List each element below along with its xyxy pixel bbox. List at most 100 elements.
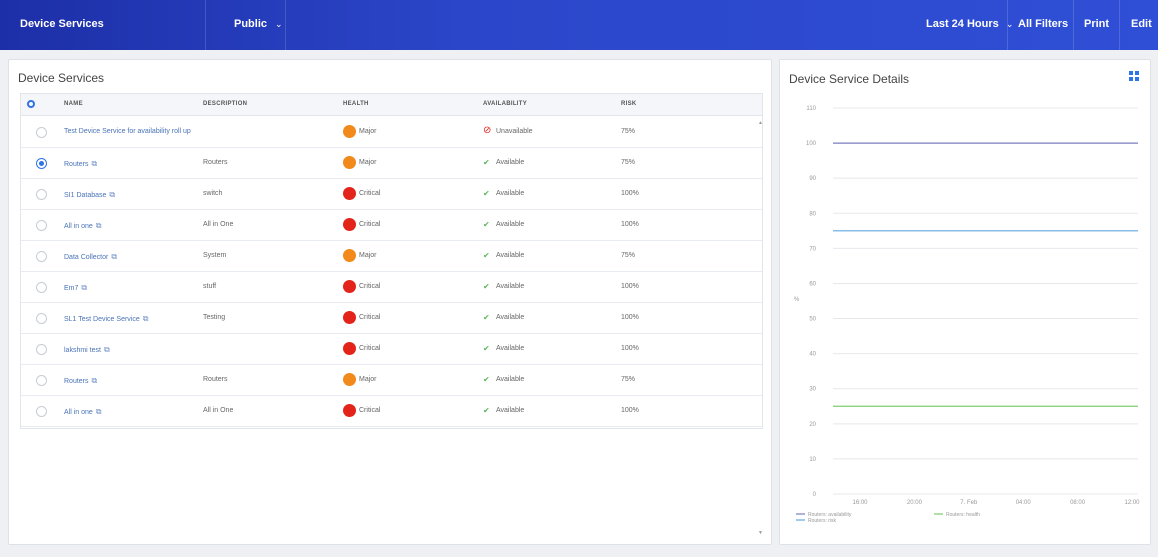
health-status-icon (343, 404, 356, 417)
table-row[interactable]: lakshmi test ⧉ Critical ✔ Available 100% (21, 334, 762, 365)
print-button[interactable]: Print (1084, 18, 1109, 30)
health-label: Major (359, 159, 377, 166)
row-select-radio[interactable] (36, 127, 47, 138)
legend-label: Routers: health (946, 512, 980, 518)
service-name: Routers (64, 378, 89, 385)
table-row[interactable]: All in one ⧉ All in One Critical ✔ Available 1… (21, 210, 762, 241)
external-link-icon[interactable]: ⧉ (92, 376, 98, 385)
availability-label: Available (496, 376, 525, 383)
table-row[interactable]: SL1 Test Device Service ⧉ Testing Critical ✔… (21, 303, 762, 334)
health-status-icon (343, 280, 356, 293)
external-link-icon[interactable]: ⧉ (92, 159, 98, 168)
check-icon: ✔ (483, 282, 490, 291)
edit-button[interactable]: Edit (1131, 18, 1152, 30)
row-select-radio[interactable] (36, 189, 47, 200)
divider (1073, 0, 1074, 50)
select-all-radio[interactable] (27, 100, 35, 108)
availability-label: Available (496, 283, 525, 290)
row-select-radio[interactable] (36, 282, 47, 293)
health-label: Critical (359, 221, 381, 228)
risk-value: 75% (621, 252, 636, 259)
availability-label: Available (496, 252, 525, 259)
health-status-icon (343, 311, 356, 324)
external-link-icon[interactable]: ⧉ (143, 314, 149, 323)
y-tick-label: 10 (809, 457, 816, 463)
service-name: Test Device Service for availability rol… (64, 128, 191, 135)
table-row[interactable]: Test Device Service for availability rol… (21, 117, 762, 148)
table-row[interactable]: Data Collector ⧉ System Major ✔ Available 75% (21, 241, 762, 272)
external-link-icon[interactable]: ⧉ (96, 407, 102, 416)
column-header-risk[interactable]: RISK (621, 101, 637, 107)
table-row[interactable]: SI1 Database ⧉ switch Critical ✔ Available 100… (21, 179, 762, 210)
service-name: lakshmi test (64, 347, 101, 354)
external-link-icon[interactable]: ⧉ (96, 221, 102, 230)
time-range-label: Last 24 Hours (926, 18, 999, 30)
table-row[interactable]: Em7 ⧉ stuff Critical ✔ Available 100% (21, 272, 762, 303)
time-range-dropdown[interactable]: Last 24 Hours ⌄ (926, 18, 1013, 30)
external-link-icon[interactable]: ⧉ (111, 252, 117, 261)
table-row[interactable]: All in one ⧉ All in One Critical ✔ Available 1… (21, 396, 762, 427)
table-row[interactable]: Routers ⧉ Routers Major ✔ Available 75% (21, 365, 762, 396)
service-name-link[interactable]: SL1 Test Device Service ⧉ (64, 314, 148, 324)
health-status-icon (343, 218, 356, 231)
grid-view-icon[interactable] (1129, 71, 1140, 82)
row-select-radio[interactable] (36, 251, 47, 262)
row-select-radio[interactable] (36, 375, 47, 386)
table-row[interactable]: Routers ⧉ Routers Major ✔ Available 75% (21, 148, 762, 179)
external-link-icon[interactable]: ⧉ (109, 190, 115, 199)
row-select-radio[interactable] (36, 220, 47, 231)
health-status-icon (343, 249, 356, 262)
availability-label: Available (496, 159, 525, 166)
y-axis-label: % (794, 297, 800, 303)
external-link-icon[interactable]: ⧉ (81, 283, 87, 292)
service-description: System (203, 252, 227, 259)
service-name-link[interactable]: All in one ⧉ (64, 221, 102, 231)
service-name-link[interactable]: SI1 Database ⧉ (64, 190, 115, 200)
service-name-link[interactable]: Routers ⧉ (64, 376, 97, 386)
y-tick-label: 40 (809, 352, 816, 358)
column-header-name[interactable]: NAME (64, 101, 83, 107)
column-header-health[interactable]: HEALTH (343, 101, 369, 107)
x-tick-label: 20:00 (907, 500, 923, 506)
all-filters-button[interactable]: All Filters (1018, 18, 1068, 30)
x-tick-label: 04:00 (1016, 500, 1032, 506)
scroll-up-arrow[interactable]: ▲ (758, 120, 763, 126)
service-name-link[interactable]: lakshmi test ⧉ (64, 345, 110, 355)
service-name: All in one (64, 223, 93, 230)
legend-label: Routers: risk (808, 518, 837, 524)
service-name-link[interactable]: Data Collector ⧉ (64, 252, 117, 262)
y-tick-label: 30 (809, 387, 816, 393)
availability-label: Unavailable (496, 128, 533, 135)
divider (205, 0, 206, 50)
health-status-icon (343, 187, 356, 200)
service-description: Testing (203, 314, 226, 321)
service-name-link[interactable]: Em7 ⧉ (64, 283, 87, 293)
health-label: Critical (359, 283, 381, 290)
service-description: stuff (203, 283, 217, 290)
service-name-link[interactable]: Routers ⧉ (64, 159, 97, 169)
row-select-radio[interactable] (36, 406, 47, 417)
check-icon: ✔ (483, 375, 490, 384)
column-header-availability[interactable]: AVAILABILITY (483, 101, 527, 107)
health-label: Major (359, 376, 377, 383)
health-label: Critical (359, 345, 381, 352)
health-label: Critical (359, 407, 381, 414)
service-name-link[interactable]: Test Device Service for availability rol… (64, 128, 191, 135)
column-header-description[interactable]: DESCRIPTION (203, 101, 247, 107)
y-tick-label: 60 (809, 281, 816, 287)
check-icon: ✔ (483, 313, 490, 322)
row-select-radio[interactable] (36, 313, 47, 324)
service-name-link[interactable]: All in one ⧉ (64, 407, 102, 417)
availability-label: Available (496, 345, 525, 352)
y-tick-label: 50 (809, 317, 816, 323)
external-link-icon[interactable]: ⧉ (104, 345, 110, 354)
row-select-radio[interactable] (36, 158, 47, 169)
row-select-radio[interactable] (36, 344, 47, 355)
visibility-dropdown[interactable]: Public ⌄ (234, 18, 283, 30)
scroll-down-arrow[interactable]: ▼ (758, 530, 763, 536)
device-service-details-panel: Device Service Details 0 10 20 30 40 50 60 70 80… (779, 59, 1151, 545)
y-tick-label: 0 (813, 492, 817, 498)
risk-value: 100% (621, 190, 639, 197)
x-tick-label: 16:00 (852, 500, 868, 506)
top-navigation-bar: Device Services Public ⌄ Last 24 Hours ⌄ … (0, 0, 1158, 50)
